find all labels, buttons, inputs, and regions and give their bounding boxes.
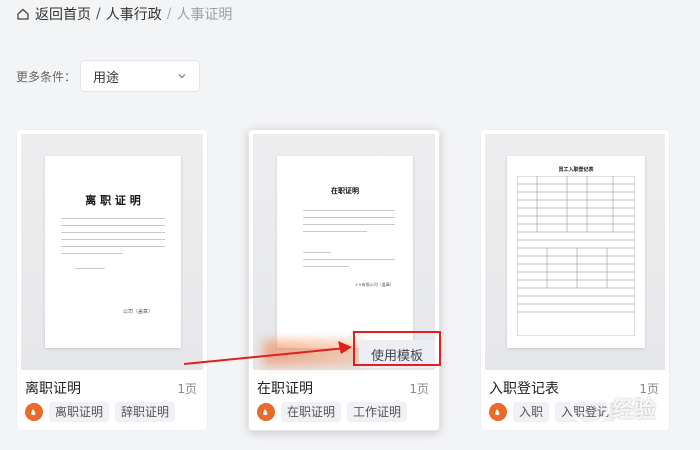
template-preview[interactable]: 员工入职登记表 [485, 134, 665, 370]
breadcrumb-home-link[interactable]: 返回首页 [35, 4, 91, 24]
page-count: 1页 [409, 382, 429, 396]
tag[interactable]: 辞职证明 [115, 402, 176, 422]
card-title[interactable]: 离职证明 [25, 378, 81, 398]
form-table-graphic [517, 176, 635, 336]
page-count: 1页 [177, 382, 197, 396]
tag-list: 离职证明 辞职证明 [25, 402, 176, 422]
watermark-text: 经验 [612, 398, 657, 423]
tag[interactable]: 离职证明 [49, 402, 110, 422]
document-thumbnail: 在职证明 ××有限公司（盖章） [277, 156, 413, 348]
document-thumbnail: 离 职 证 明 公司（盖章） [45, 156, 181, 348]
tag[interactable]: 工作证明 [347, 402, 408, 422]
annotation-arrow-icon [183, 341, 352, 365]
breadcrumb-separator: / [166, 6, 172, 22]
usage-select-value: 用途 [93, 70, 120, 86]
doc-text-lines [303, 210, 395, 238]
template-preview[interactable]: 离 职 证 明 公司（盖章） [21, 134, 203, 370]
home-icon[interactable] [16, 7, 30, 21]
chevron-down-icon [178, 74, 186, 79]
usage-select[interactable]: 用途 [80, 60, 201, 92]
card-title[interactable]: 在职证明 [257, 378, 313, 398]
breadcrumb-current: 人事证明 [176, 7, 233, 23]
tag[interactable]: 在职证明 [281, 402, 342, 422]
annotation-highlight-box [353, 331, 441, 366]
watermark-logo-icon [570, 377, 610, 426]
doc-heading: 员工入职登记表 [558, 167, 594, 173]
breadcrumb-separator: / [96, 6, 101, 22]
doc-heading: 在职证明 [331, 186, 359, 195]
brand-badge-icon [257, 403, 275, 421]
template-card-resignation[interactable]: 离 职 证 明 公司（盖章） 离职证明 1页 离职证明 辞职证明 [16, 129, 208, 431]
filter-row: 更多条件： 用途 [16, 60, 201, 92]
doc-sign: 公司（盖章） [123, 309, 154, 315]
tag-list: 在职证明 工作证明 [257, 402, 408, 422]
filter-label: 更多条件： [16, 69, 77, 84]
brand-badge-icon [489, 403, 507, 421]
breadcrumb-level1-link[interactable]: 人事行政 [106, 4, 162, 24]
breadcrumb: 返回首页 / 人事行政 / 人事证明 [16, 4, 232, 24]
template-card-employment[interactable]: 在职证明 ××有限公司（盖章） 使用模板 在职证明 1页 在职证明 工作证明 [248, 129, 440, 431]
doc-heading: 离 职 证 明 [85, 194, 141, 207]
doc-text-lines [61, 218, 165, 260]
brand-badge-icon [25, 403, 43, 421]
document-thumbnail: 员工入职登记表 [507, 156, 645, 348]
doc-sign: ××有限公司（盖章） [355, 282, 394, 287]
